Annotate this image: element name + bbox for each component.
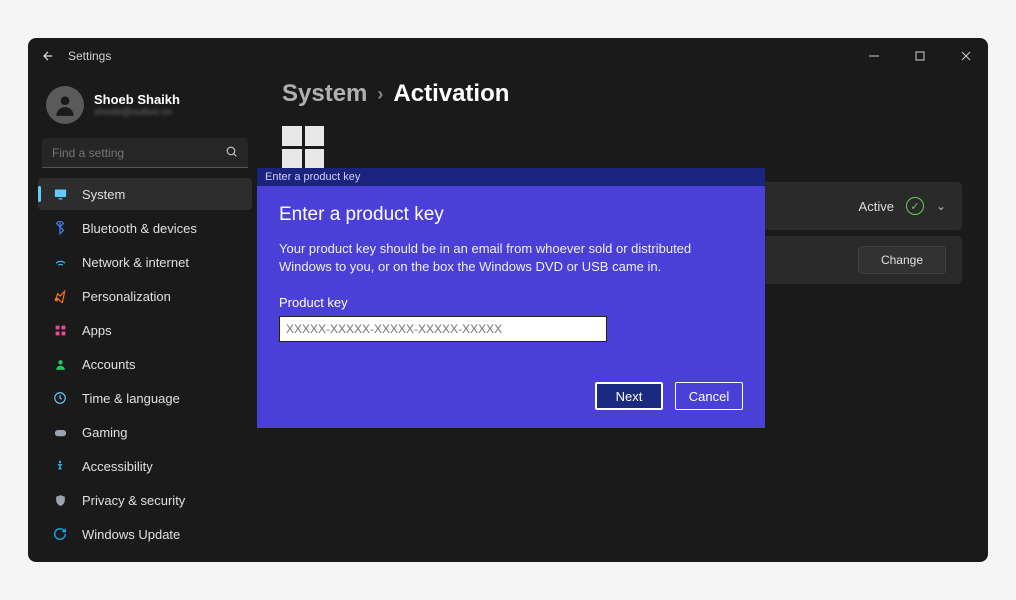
- close-button[interactable]: [948, 42, 984, 70]
- sidebar-item-label: Apps: [82, 323, 112, 338]
- sidebar-item-label: Privacy & security: [82, 493, 185, 508]
- nav: System Bluetooth & devices Network & int…: [36, 178, 254, 550]
- sidebar-item-label: Bluetooth & devices: [82, 221, 197, 236]
- change-button[interactable]: Change: [858, 246, 946, 274]
- settings-window: Settings Shoeb Shaikh shoeb@outloo.co: [28, 38, 988, 562]
- sidebar-item-label: Gaming: [82, 425, 128, 440]
- sidebar-item-gaming[interactable]: Gaming: [38, 416, 252, 448]
- sidebar-item-label: Accounts: [82, 357, 135, 372]
- user-email: shoeb@outloo.co: [94, 107, 180, 118]
- window-controls: [856, 42, 984, 70]
- status-label: Active: [859, 199, 894, 214]
- minimize-button[interactable]: [856, 42, 892, 70]
- sidebar-item-accounts[interactable]: Accounts: [38, 348, 252, 380]
- monitor-icon: [52, 186, 68, 202]
- breadcrumb-parent[interactable]: System: [282, 80, 367, 108]
- sidebar-item-update[interactable]: Windows Update: [38, 518, 252, 550]
- sidebar-item-label: Accessibility: [82, 459, 153, 474]
- back-button[interactable]: [34, 42, 62, 70]
- windows-logo-icon: [282, 126, 324, 168]
- chevron-right-icon: ›: [377, 84, 383, 105]
- sidebar-item-time-language[interactable]: Time & language: [38, 382, 252, 414]
- sidebar-item-label: Personalization: [82, 289, 171, 304]
- dialog-buttons: Next Cancel: [279, 382, 743, 410]
- profile-text: Shoeb Shaikh shoeb@outloo.co: [94, 92, 180, 118]
- sidebar-item-network[interactable]: Network & internet: [38, 246, 252, 278]
- app-title: Settings: [68, 49, 111, 63]
- sidebar-item-label: Windows Update: [82, 527, 180, 542]
- search-input[interactable]: [52, 146, 225, 160]
- dialog-heading: Enter a product key: [279, 204, 743, 226]
- sidebar-item-apps[interactable]: Apps: [38, 314, 252, 346]
- grid-icon: [52, 322, 68, 338]
- titlebar: Settings: [28, 38, 988, 74]
- brush-icon: [52, 288, 68, 304]
- wifi-icon: [52, 254, 68, 270]
- sidebar-item-accessibility[interactable]: Accessibility: [38, 450, 252, 482]
- next-button[interactable]: Next: [595, 382, 663, 410]
- sidebar-item-privacy[interactable]: Privacy & security: [38, 484, 252, 516]
- maximize-button[interactable]: [902, 42, 938, 70]
- chevron-down-icon: ⌄: [936, 199, 946, 213]
- edition-row: [282, 126, 962, 168]
- accessibility-icon: [52, 458, 68, 474]
- profile[interactable]: Shoeb Shaikh shoeb@outloo.co: [36, 82, 254, 138]
- product-key-dialog: Enter a product key Enter a product key …: [257, 168, 765, 428]
- sidebar-item-label: Time & language: [82, 391, 180, 406]
- sidebar-item-bluetooth[interactable]: Bluetooth & devices: [38, 212, 252, 244]
- dialog-body: Enter a product key Your product key sho…: [257, 186, 765, 428]
- sidebar-item-personalization[interactable]: Personalization: [38, 280, 252, 312]
- breadcrumb: System › Activation: [282, 80, 962, 108]
- breadcrumb-current: Activation: [393, 80, 509, 108]
- sidebar-item-label: System: [82, 187, 125, 202]
- bluetooth-icon: [52, 220, 68, 236]
- check-circle-icon: ✓: [906, 197, 924, 215]
- clock-icon: [52, 390, 68, 406]
- sidebar: Shoeb Shaikh shoeb@outloo.co System: [32, 74, 258, 562]
- dialog-description: Your product key should be in an email f…: [279, 240, 743, 275]
- person-icon: [52, 356, 68, 372]
- search-icon: [225, 145, 238, 161]
- sidebar-item-system[interactable]: System: [38, 178, 252, 210]
- product-key-label: Product key: [279, 295, 743, 310]
- dialog-titlebar: Enter a product key: [257, 168, 765, 186]
- cancel-button[interactable]: Cancel: [675, 382, 743, 410]
- user-name: Shoeb Shaikh: [94, 92, 180, 107]
- shield-icon: [52, 492, 68, 508]
- update-icon: [52, 526, 68, 542]
- search-box[interactable]: [42, 138, 248, 168]
- sidebar-item-label: Network & internet: [82, 255, 189, 270]
- gamepad-icon: [52, 424, 68, 440]
- product-key-input[interactable]: [279, 316, 607, 342]
- avatar: [46, 86, 84, 124]
